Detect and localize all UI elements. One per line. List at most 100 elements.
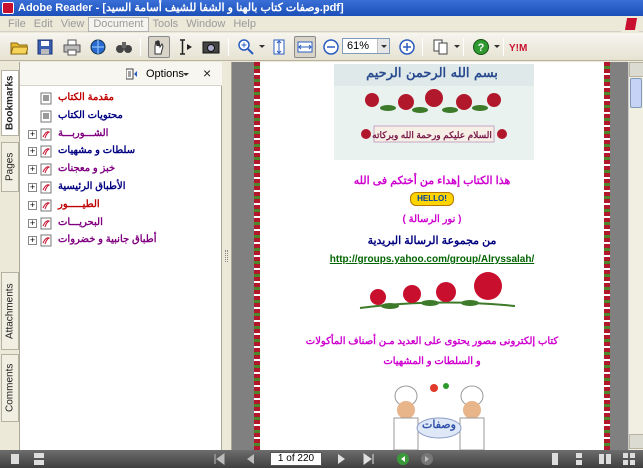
svg-text:Y!M: Y!M bbox=[509, 43, 527, 54]
single-page-view-icon[interactable] bbox=[8, 452, 22, 466]
roses-image bbox=[359, 272, 516, 309]
menu-edit[interactable]: Edit bbox=[30, 16, 57, 32]
status-bar: 1 of 220 bbox=[0, 450, 643, 468]
menu-tools[interactable]: Tools bbox=[149, 16, 183, 32]
document-view[interactable]: بسم الله الرحمن الرحيم السلام عليكم ورحم… bbox=[232, 62, 628, 450]
tab-bookmarks[interactable]: Bookmarks bbox=[1, 70, 19, 136]
first-page-icon[interactable] bbox=[212, 452, 226, 466]
zoom-level-field[interactable]: 61% bbox=[342, 38, 390, 54]
bookmark-item[interactable]: محتويات الكتاب bbox=[20, 108, 222, 126]
zoom-tool-dropdown-icon[interactable] bbox=[259, 45, 265, 48]
page-layout-dropdown-icon[interactable] bbox=[454, 45, 460, 48]
continuous-view-icon[interactable] bbox=[32, 452, 46, 466]
snapshot-tool-icon[interactable] bbox=[200, 36, 222, 58]
splitter-grip-icon[interactable] bbox=[225, 250, 228, 262]
menu-file[interactable]: File bbox=[4, 16, 30, 32]
menu-document[interactable]: Document bbox=[88, 17, 149, 32]
bookmark-label: البحريـــات bbox=[58, 216, 103, 228]
menu-help[interactable]: Help bbox=[229, 16, 260, 32]
pdf-page: بسم الله الرحمن الرحيم السلام عليكم ورحم… bbox=[254, 62, 610, 450]
bookmark-page-icon bbox=[40, 92, 52, 105]
search-binoculars-icon[interactable] bbox=[113, 36, 135, 58]
last-page-icon[interactable] bbox=[362, 452, 376, 466]
bookmark-item[interactable]: + البحريـــات bbox=[20, 215, 222, 233]
scroll-down-icon[interactable] bbox=[629, 434, 643, 449]
tab-comments[interactable]: Comments bbox=[1, 354, 19, 422]
save-icon[interactable] bbox=[34, 36, 56, 58]
page-number-indicator[interactable]: 1 of 220 bbox=[270, 452, 322, 466]
bookmark-item[interactable]: + الشـــوربـــة bbox=[20, 126, 222, 144]
expand-bookmark-icon[interactable]: + bbox=[28, 165, 37, 175]
expand-bookmark-icon[interactable]: + bbox=[28, 236, 37, 246]
print-icon[interactable] bbox=[61, 36, 83, 58]
bookmark-item[interactable]: + الأطباق الرئيسية bbox=[20, 179, 222, 197]
main-toolbar: ? Y!M bbox=[0, 33, 643, 61]
description-line-2: و السلطات و المشهيات bbox=[383, 356, 481, 367]
fit-page-icon[interactable] bbox=[268, 36, 290, 58]
expand-bookmark-icon[interactable]: + bbox=[28, 129, 37, 139]
next-view-icon[interactable] bbox=[420, 452, 434, 466]
toolbar-separator bbox=[228, 38, 229, 56]
panel-splitter[interactable] bbox=[222, 62, 232, 450]
bookmark-page-icon bbox=[40, 199, 52, 212]
hand-tool-icon[interactable] bbox=[148, 36, 170, 58]
tab-attachments[interactable]: Attachments bbox=[1, 272, 19, 350]
menu-window[interactable]: Window bbox=[182, 16, 229, 32]
zoom-level-dropdown-icon[interactable] bbox=[377, 39, 389, 53]
bookmarks-panel-header: Options × bbox=[20, 62, 222, 86]
group-text: من مجموعة الرسالة البريدية bbox=[367, 235, 497, 247]
menu-view[interactable]: View bbox=[57, 16, 89, 32]
adobe-reader-window: Adobe Reader - [وصفات كتاب بالهنا و الشف… bbox=[0, 0, 643, 468]
facing-layout-icon[interactable] bbox=[598, 452, 612, 466]
expand-bookmark-icon[interactable]: + bbox=[28, 147, 37, 157]
bookmark-label: خبز و معجنات bbox=[58, 163, 116, 175]
single-page-layout-icon[interactable] bbox=[548, 452, 562, 466]
vertical-scrollbar[interactable] bbox=[628, 62, 643, 450]
bookmark-page-icon bbox=[40, 217, 52, 230]
select-text-tool-icon[interactable] bbox=[174, 36, 196, 58]
bookmark-item[interactable]: + سلطات و مشهيات bbox=[20, 143, 222, 161]
navigation-tabs: Bookmarks Pages Attachments Comments bbox=[0, 62, 20, 450]
dedication-text: هذا الكتاب إهداء من أختكم فى الله bbox=[353, 175, 511, 187]
tab-pages[interactable]: Pages bbox=[1, 142, 19, 192]
bookmark-page-icon bbox=[40, 234, 52, 247]
page-layout-icon[interactable] bbox=[430, 36, 452, 58]
bookmark-item[interactable]: + خبز و معجنات bbox=[20, 161, 222, 179]
scroll-thumb[interactable] bbox=[630, 78, 642, 108]
next-page-icon[interactable] bbox=[334, 452, 348, 466]
bookmark-item[interactable]: + الطيـــــور bbox=[20, 197, 222, 215]
continuous-facing-layout-icon[interactable] bbox=[622, 452, 636, 466]
previous-page-icon[interactable] bbox=[244, 452, 258, 466]
expand-bookmark-icon[interactable]: + bbox=[28, 200, 37, 210]
previous-view-icon[interactable] bbox=[396, 452, 410, 466]
email-icon[interactable] bbox=[87, 36, 109, 58]
zoom-level-value: 61% bbox=[347, 40, 370, 52]
expand-bookmark-icon[interactable]: + bbox=[28, 182, 37, 192]
bookmark-label: الأطباق الرئيسية bbox=[58, 180, 126, 192]
help-dropdown-icon[interactable] bbox=[494, 45, 500, 48]
fit-width-icon[interactable] bbox=[294, 36, 316, 58]
zoom-in-icon[interactable] bbox=[396, 36, 418, 58]
options-icon[interactable] bbox=[126, 68, 138, 80]
bookmark-item[interactable]: + أطباق جانبية و خضروات bbox=[20, 232, 222, 250]
close-panel-icon[interactable]: × bbox=[203, 66, 211, 80]
toolbar-separator bbox=[140, 38, 141, 56]
zoom-in-tool-icon[interactable] bbox=[235, 36, 257, 58]
options-dropdown-icon[interactable] bbox=[183, 73, 189, 76]
options-menu-button[interactable]: Options bbox=[146, 68, 184, 80]
bookmark-label: سلطات و مشهيات bbox=[58, 145, 136, 157]
toolbar-separator bbox=[422, 38, 423, 56]
bookmark-page-icon bbox=[40, 128, 52, 141]
greeting-text: السلام عليكم ورحمة الله وبركاته bbox=[372, 130, 492, 140]
help-icon[interactable]: ? bbox=[470, 36, 492, 58]
zoom-out-icon[interactable] bbox=[320, 36, 342, 58]
bookmark-page-icon bbox=[40, 163, 52, 176]
continuous-layout-icon[interactable] bbox=[572, 452, 586, 466]
group-url-link[interactable]: http://groups.yahoo.com/group/Alryssalah… bbox=[254, 254, 610, 265]
yahoo-messenger-icon[interactable]: Y!M bbox=[508, 36, 534, 58]
scroll-up-icon[interactable] bbox=[629, 62, 643, 77]
adobe-logo-icon bbox=[621, 16, 639, 32]
bookmark-item[interactable]: مقدمة الكتاب bbox=[20, 90, 222, 108]
expand-bookmark-icon[interactable]: + bbox=[28, 218, 37, 228]
open-icon[interactable] bbox=[8, 36, 30, 58]
